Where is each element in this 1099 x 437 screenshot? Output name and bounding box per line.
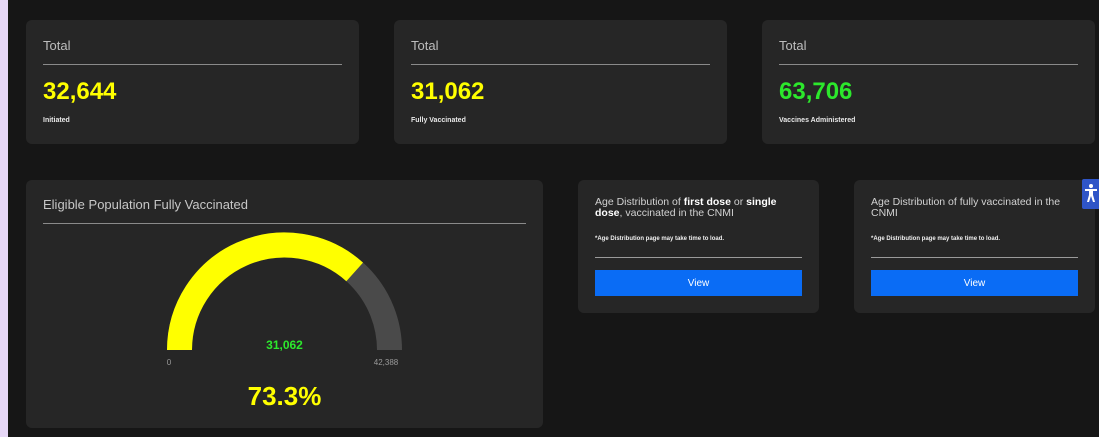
total-vaccines-administered-card: Total 63,706 Vaccines Administered [762,20,1095,144]
age-distribution-fully-vaccinated-card: Age Distribution of fully vaccinated in … [854,180,1095,313]
initiated-value: 32,644 [43,78,117,105]
age-card-title: Age Distribution of fully vaccinated in … [871,196,1061,219]
accessibility-button[interactable] [1082,179,1099,209]
eligible-population-card: Eligible Population Fully Vaccinated 31,… [26,180,543,428]
gauge-value: 31,062 [266,338,303,352]
gauge-min-label: 0 [167,358,172,367]
vaccines-administered-label: Vaccines Administered [779,117,856,124]
age-note: *Age Distribution page may take time to … [871,236,1001,242]
total-fully-vaccinated-card: Total 31,062 Fully Vaccinated [394,20,727,144]
gauge-max-label: 42,388 [374,358,399,367]
title-text: , vaccinated in the CNMI [619,207,734,219]
card-label: Total [779,38,807,53]
gauge-percent: 73.3% [248,381,322,411]
divider [871,257,1078,258]
divider [43,64,342,65]
vaccines-administered-value: 63,706 [779,78,853,105]
fully-vaccinated-value: 31,062 [411,78,485,105]
accessibility-icon [1085,184,1097,202]
view-first-dose-button[interactable]: View [595,270,802,296]
vaccination-gauge: 31,062 0 42,388 73.3% [167,232,402,411]
card-label: Total [411,38,439,53]
age-distribution-first-dose-card: Age Distribution of first dose or single… [578,180,819,313]
divider [411,64,710,65]
total-initiated-card: Total 32,644 Initiated [26,20,359,144]
initiated-label: Initiated [43,117,70,124]
view-fully-vaccinated-button[interactable]: View [871,270,1078,296]
age-note: *Age Distribution page may take time to … [595,236,725,242]
divider [779,64,1078,65]
divider [595,257,802,258]
dashboard: Total 32,644 Initiated Total 31,062 Full… [8,0,1099,437]
gauge-fill [167,232,364,351]
fully-vaccinated-label: Fully Vaccinated [411,117,466,124]
age-card-title: Age Distribution of first dose or single… [595,197,805,219]
card-label: Total [43,38,71,53]
